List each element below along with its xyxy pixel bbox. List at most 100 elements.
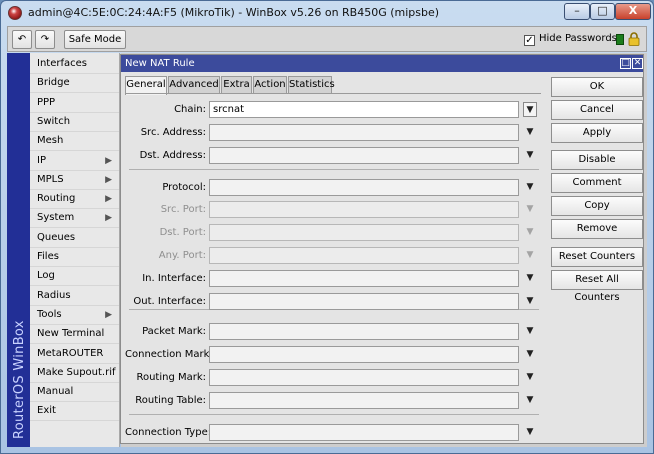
routing-mark-input[interactable] (209, 369, 519, 386)
field-row-in-interface: In. Interface: ▼ (125, 270, 541, 287)
in-interface-dropdown-icon[interactable]: ▼ (523, 270, 537, 287)
connection-type-label: Connection Type: (125, 427, 212, 438)
src-port-input (209, 201, 519, 218)
sidebar-item-manual[interactable]: Manual (30, 383, 119, 403)
dialog-close-icon[interactable]: ✕ (632, 58, 643, 69)
apply-button[interactable]: Apply (551, 123, 643, 143)
field-row-packet-mark: Packet Mark: ▼ (125, 323, 541, 340)
sidebar-item-label: Interfaces (37, 58, 87, 69)
remove-button[interactable]: Remove (551, 219, 643, 239)
src-port-label: Src. Port: (160, 204, 206, 215)
sidebar-item-label: Routing (37, 193, 76, 205)
field-row-routing-mark: Routing Mark: ▼ (125, 369, 541, 386)
sidebar-item-system[interactable]: System ▶ (30, 209, 119, 229)
protocol-label: Protocol: (162, 182, 206, 193)
out-interface-dropdown-icon[interactable]: ▼ (523, 293, 537, 310)
submenu-arrow-icon: ▶ (105, 174, 112, 185)
sidebar-item-ip[interactable]: IP ▶ (30, 152, 119, 171)
sidebar-item-label: Exit (37, 405, 56, 417)
connection-type-dropdown-icon[interactable]: ▼ (523, 424, 537, 441)
field-row-dst-port: Dst. Port: ▼ (125, 224, 541, 241)
sidebar-item-mpls[interactable]: MPLS ▶ (30, 171, 119, 190)
packet-mark-label: Packet Mark: (142, 326, 206, 337)
sidebar-menu: Interfaces Bridge PPP Switch Mesh IP ▶ MPLS ▶ Rou… (30, 53, 120, 447)
sidebar-item-label: System (37, 212, 75, 224)
hide-passwords-toggle[interactable]: ✓ Hide Passwords (524, 33, 617, 46)
sidebar-item-bridge[interactable]: Bridge (30, 74, 119, 94)
routing-mark-dropdown-icon[interactable]: ▼ (523, 369, 537, 386)
cancel-button[interactable]: Cancel (551, 100, 643, 120)
undo-button[interactable]: ↶ (12, 30, 32, 49)
sidebar-item-switch[interactable]: Switch (30, 113, 119, 132)
safe-mode-button[interactable]: Safe Mode (64, 30, 126, 49)
protocol-dropdown-icon[interactable]: ▼ (523, 179, 537, 196)
submenu-arrow-icon: ▶ (105, 194, 112, 205)
sidebar-item-make-supout-rif[interactable]: Make Supout.rif (30, 364, 119, 383)
minimize-button[interactable]: – (564, 3, 590, 20)
winbox-app-icon (8, 6, 22, 20)
reset-counters-button[interactable]: Reset Counters (551, 247, 643, 267)
sidebar-item-queues[interactable]: Queues (30, 229, 119, 248)
connection-mark-input[interactable] (209, 346, 519, 363)
tab-action[interactable]: Action (253, 76, 287, 94)
out-interface-input[interactable] (209, 293, 519, 310)
packet-mark-input[interactable] (209, 323, 519, 340)
title-bar[interactable]: admin@4C:5E:0C:24:4A:F5 (MikroTik) - Win… (1, 1, 653, 25)
connection-type-input[interactable] (209, 424, 519, 441)
src-address-input[interactable] (209, 124, 519, 141)
in-interface-label: In. Interface: (142, 273, 206, 284)
field-row-src-port: Src. Port: ▼ (125, 201, 541, 218)
close-button[interactable]: X (615, 3, 651, 20)
sidebar-item-interfaces[interactable]: Interfaces (30, 55, 119, 74)
sidebar-item-mesh[interactable]: Mesh (30, 132, 119, 152)
ok-button[interactable]: OK (551, 77, 643, 97)
chain-dropdown-icon[interactable]: ▼ (523, 102, 537, 117)
sidebar-item-files[interactable]: Files (30, 248, 119, 267)
src-address-dropdown-icon[interactable]: ▼ (523, 124, 537, 141)
out-interface-label: Out. Interface: (133, 296, 206, 307)
sidebar-item-routing[interactable]: Routing ▶ (30, 190, 119, 210)
comment-button[interactable]: Comment (551, 173, 643, 193)
dst-port-dropdown-icon: ▼ (526, 227, 534, 237)
sidebar-item-ppp[interactable]: PPP (30, 94, 119, 113)
reset-all-counters-button[interactable]: Reset All Counters (551, 270, 643, 303)
any-port-input (209, 247, 519, 264)
tab-advanced[interactable]: Advanced (168, 76, 220, 94)
sidebar-item-new-terminal[interactable]: New Terminal (30, 325, 119, 345)
sidebar-item-label: Queues (37, 231, 76, 243)
connection-mark-dropdown-icon[interactable]: ▼ (523, 346, 537, 363)
sidebar-item-label: PPP (37, 96, 56, 108)
tab-extra[interactable]: Extra (221, 76, 252, 94)
routing-table-dropdown-icon[interactable]: ▼ (523, 392, 537, 409)
packet-mark-dropdown-icon[interactable]: ▼ (523, 323, 537, 340)
sidebar-item-exit[interactable]: Exit (30, 402, 119, 422)
in-interface-input[interactable] (209, 270, 519, 287)
dialog-title-bar[interactable]: New NAT Rule □ ✕ (121, 55, 643, 72)
brand-strip: RouterOS WinBox (7, 53, 30, 447)
routing-table-input[interactable] (209, 392, 519, 409)
maximize-button[interactable]: □ (590, 3, 615, 20)
protocol-input[interactable] (209, 179, 519, 196)
sidebar-item-label: Radius (37, 289, 71, 301)
sidebar-item-tools[interactable]: Tools ▶ (30, 306, 119, 325)
field-row-src-address: Src. Address: ▼ (125, 124, 541, 141)
redo-button[interactable]: ↷ (35, 30, 55, 49)
hide-passwords-checkbox[interactable]: ✓ (524, 35, 535, 46)
dst-address-input[interactable] (209, 147, 519, 164)
disable-button[interactable]: Disable (551, 150, 643, 170)
sidebar-item-label: Mesh (37, 135, 64, 147)
field-row-out-interface: Out. Interface: ▼ (125, 293, 541, 310)
chain-label: Chain: (174, 104, 206, 115)
any-port-label: Any. Port: (158, 250, 206, 261)
dialog-maximize-icon[interactable]: □ (620, 58, 631, 69)
field-row-any-port: Any. Port: ▼ (125, 247, 541, 264)
sidebar-item-metarouter[interactable]: MetaROUTER (30, 345, 119, 364)
dst-address-dropdown-icon[interactable]: ▼ (523, 147, 537, 164)
new-nat-rule-dialog: New NAT Rule □ ✕ General Advanced Extra Act… (120, 54, 644, 444)
chain-input[interactable]: srcnat (209, 101, 519, 118)
tab-statistics[interactable]: Statistics (288, 76, 335, 94)
submenu-arrow-icon: ▶ (105, 309, 112, 320)
sidebar-item-log[interactable]: Log (30, 267, 119, 287)
copy-button[interactable]: Copy (551, 196, 643, 216)
sidebar-item-radius[interactable]: Radius (30, 287, 119, 306)
